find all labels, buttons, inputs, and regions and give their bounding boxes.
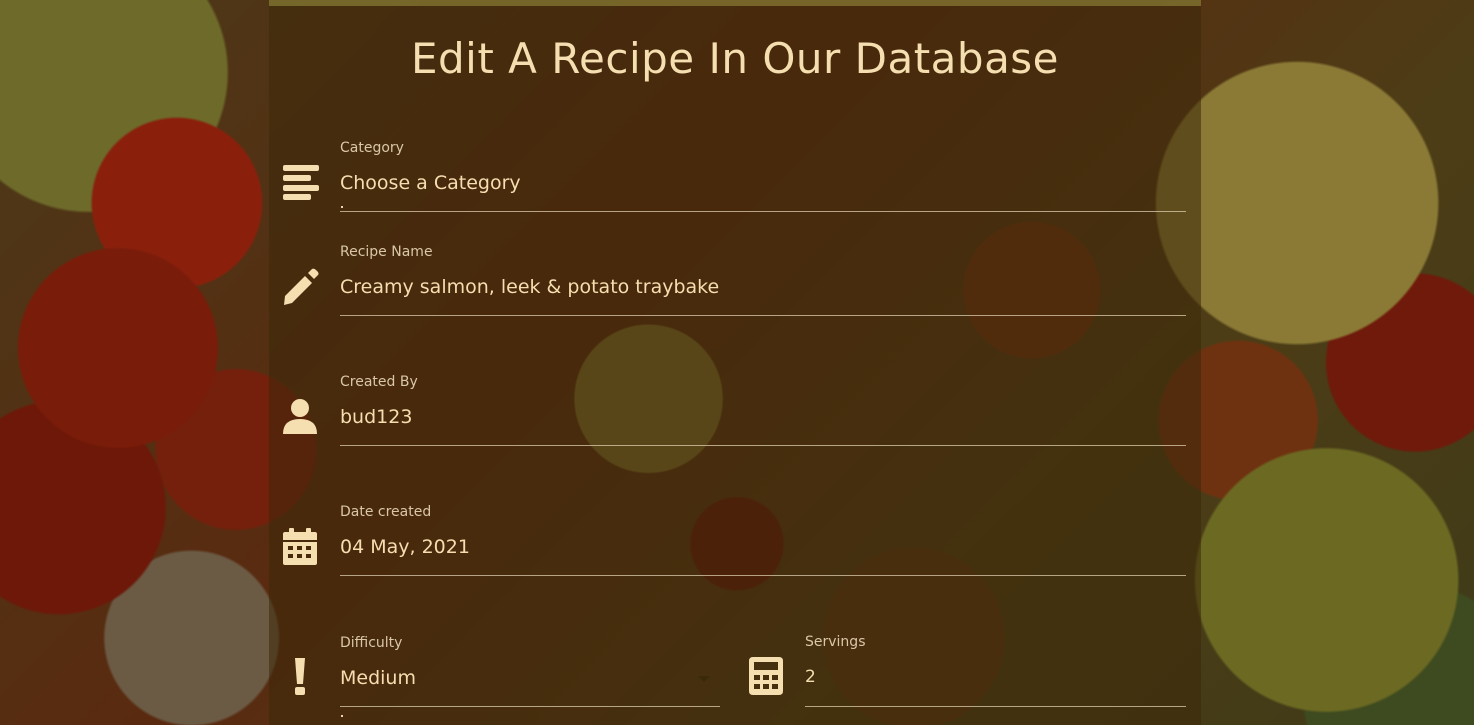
category-label: Category [340,140,404,156]
created-by-value[interactable]: bud123 [340,406,412,428]
list-icon [281,163,319,201]
servings-label: Servings [805,634,866,650]
date-created-label: Date created [340,504,432,520]
calendar-icon [281,528,319,566]
recipe-name-underline [340,315,1186,316]
category-select[interactable]: Category Choose a Category [340,140,1186,212]
created-by-input[interactable]: Created By bud123 [340,374,1186,447]
page-title: Edit A Recipe In Our Database [410,34,1060,83]
recipe-name-label: Recipe Name [340,244,433,260]
select-marker [341,206,343,208]
select-marker [341,715,343,717]
date-created-value[interactable]: 04 May, 2021 [340,536,470,558]
panel-top-border [269,0,1201,6]
category-value[interactable]: Choose a Category [340,172,521,194]
difficulty-underline [340,706,720,707]
difficulty-value[interactable]: Medium [340,667,416,689]
recipe-name-value[interactable]: Creamy salmon, leek & potato traybake [340,276,719,298]
recipe-name-input[interactable]: Recipe Name Creamy salmon, leek & potato… [340,244,1186,317]
date-created-underline [340,575,1186,576]
created-by-label: Created By [340,374,418,390]
user-icon [281,398,319,436]
difficulty-label: Difficulty [340,635,403,651]
date-created-input[interactable]: Date created 04 May, 2021 [340,504,1186,577]
category-underline [340,211,1186,212]
difficulty-select[interactable]: Difficulty Medium [340,635,720,717]
pencil-icon [281,268,319,306]
servings-value[interactable]: 2 [805,667,816,687]
servings-underline [805,706,1186,707]
chevron-down-icon[interactable] [698,676,710,682]
form-panel [269,0,1201,725]
created-by-underline [340,445,1186,446]
servings-input[interactable]: Servings 2 [805,634,1186,707]
calculator-icon [747,657,785,695]
exclamation-icon [281,657,319,695]
